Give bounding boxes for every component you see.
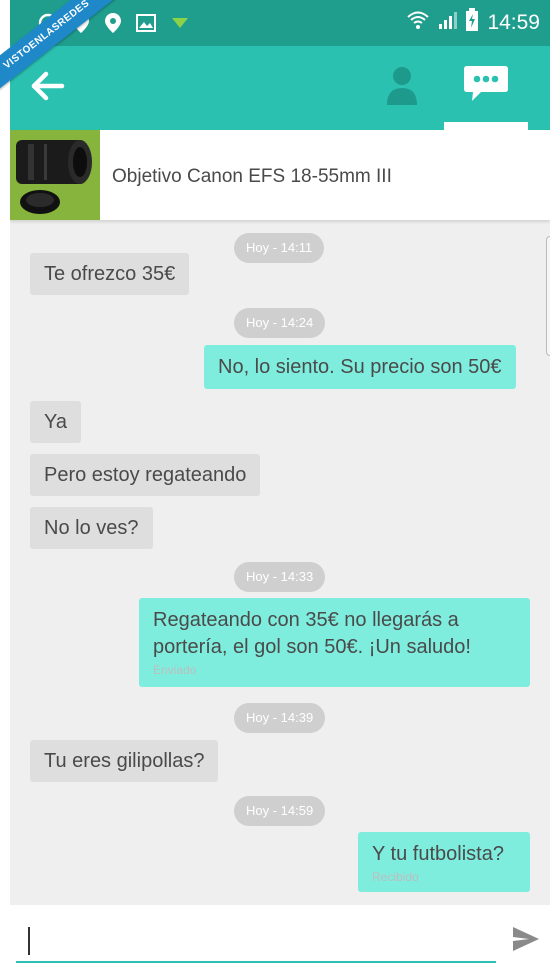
timestamp: Hoy - 14:33 [234, 562, 326, 592]
timestamp: Hoy - 14:11 [234, 233, 325, 263]
image-icon [136, 13, 156, 38]
app-screen: 14:59 Objetivo Canon EFS 18-55mm III Hoy… [10, 0, 550, 980]
clock: 14:59 [487, 10, 540, 34]
incoming-message: No lo ves? [30, 507, 153, 549]
message-status: Enviado [153, 663, 197, 677]
wifi-icon [407, 10, 430, 35]
profile-button[interactable] [380, 64, 424, 112]
incoming-message: Pero estoy regateando [30, 454, 261, 496]
product-header[interactable]: Objetivo Canon EFS 18-55mm III [10, 130, 550, 220]
text-caret [28, 927, 30, 955]
chat-tab[interactable] [444, 56, 528, 130]
send-button[interactable] [506, 921, 546, 961]
message-text-line-1: Regateando con 35€ no llegarás a [153, 609, 459, 631]
download-icon [170, 15, 190, 36]
outgoing-message: No, lo siento. Su precio son 50€ [204, 345, 516, 389]
chat-bubble-icon [463, 64, 509, 109]
scrollbar[interactable] [546, 236, 550, 356]
product-image [10, 130, 100, 220]
user-icon [386, 66, 418, 111]
message-text: Tu eres gilipollas? [44, 750, 205, 772]
message-text: No, lo siento. Su precio son 50€ [218, 356, 502, 378]
message-input[interactable] [16, 919, 496, 963]
message-text-line-2: portería, el gol son 50€. ¡Un saludo! [153, 636, 471, 658]
incoming-message: Tu eres gilipollas? [30, 740, 219, 782]
message-text: Pero estoy regateando [44, 464, 247, 486]
message-text: Ya [44, 411, 67, 433]
back-button[interactable] [24, 64, 72, 112]
outgoing-message: Regateando con 35€ no llegarás a porterí… [139, 598, 530, 687]
app-bar [10, 46, 550, 130]
location-icon [104, 12, 122, 39]
incoming-message: Te ofrezco 35€ [30, 253, 190, 295]
message-status: Recibido [372, 870, 419, 884]
incoming-message: Ya [30, 401, 81, 443]
battery-charging-icon [465, 8, 479, 37]
send-icon [511, 925, 541, 958]
active-tab-indicator [444, 122, 528, 130]
timestamp: Hoy - 14:59 [234, 796, 326, 826]
message-list[interactable]: Hoy - 14:11 Te ofrezco 35€ Hoy - 14:24 N… [10, 220, 550, 905]
product-title: Objetivo Canon EFS 18-55mm III [112, 166, 392, 187]
outgoing-message: Y tu futbolista? Recibido [358, 832, 530, 892]
message-text: Te ofrezco 35€ [44, 263, 176, 285]
signal-icon [437, 10, 458, 35]
message-text: Y tu futbolista? [372, 843, 504, 865]
message-text: No lo ves? [44, 517, 139, 539]
arrow-left-icon [31, 71, 65, 106]
timestamp: Hoy - 14:24 [234, 308, 326, 338]
timestamp: Hoy - 14:39 [234, 703, 326, 733]
composer-bar [10, 905, 550, 980]
